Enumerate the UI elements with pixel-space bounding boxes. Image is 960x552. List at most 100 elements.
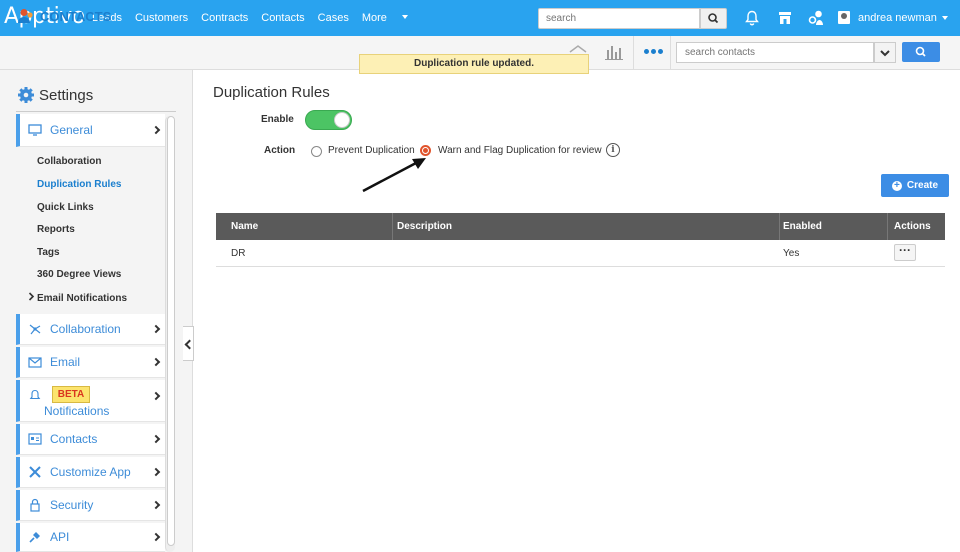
sidebar-item-label: Security xyxy=(50,498,94,512)
duplication-rules-table: Name Description Enabled Actions DR Yes … xyxy=(216,213,945,267)
more-options-icon[interactable] xyxy=(644,49,663,54)
sidebar-item-label: General xyxy=(50,123,93,137)
sidebar-item-collaboration[interactable]: Collaboration xyxy=(16,314,165,345)
submenu-email-notifications[interactable]: Email Notifications xyxy=(28,292,127,304)
plug-icon xyxy=(28,530,42,544)
global-search-button[interactable] xyxy=(700,8,727,29)
column-header-actions: Actions xyxy=(894,221,931,232)
create-button-label: Create xyxy=(906,180,939,191)
gear-user-icon[interactable] xyxy=(807,9,825,27)
chevron-right-icon xyxy=(151,500,161,510)
app-title[interactable]: CONTACTS xyxy=(17,8,111,24)
sidebar-item-general[interactable]: General xyxy=(16,114,165,147)
sidebar-item-security[interactable]: Security xyxy=(16,490,165,521)
settings-heading-text: Settings xyxy=(39,86,94,104)
chevron-right-icon xyxy=(151,391,161,401)
sidebar-item-label: Notifications xyxy=(44,403,110,418)
enable-label: Enable xyxy=(261,114,294,125)
scrollbar-thumb[interactable] xyxy=(167,116,175,546)
cell-name: DR xyxy=(231,248,246,259)
table-header: Name Description Enabled Actions xyxy=(216,213,945,240)
column-divider xyxy=(779,213,780,240)
user-name: andrea newman xyxy=(858,11,937,24)
store-icon[interactable] xyxy=(776,9,794,27)
create-rule-button[interactable]: + Create xyxy=(881,174,949,197)
caret-down-icon xyxy=(401,15,408,19)
contacts-search-button[interactable] xyxy=(902,42,940,62)
nav-more-menu[interactable]: More xyxy=(362,12,408,24)
column-divider xyxy=(887,213,888,240)
sidebar-item-api[interactable]: API xyxy=(16,523,165,552)
row-actions-button[interactable]: ··· xyxy=(894,244,916,261)
submenu-collaboration[interactable]: Collaboration xyxy=(37,156,101,167)
collapse-sidebar-button[interactable] xyxy=(183,326,194,361)
envelope-icon xyxy=(28,355,42,369)
table-row[interactable]: DR Yes ··· xyxy=(216,240,945,267)
chevron-right-icon xyxy=(151,467,161,477)
gear-icon xyxy=(18,87,34,103)
submenu-duplication-rules[interactable]: Duplication Rules xyxy=(37,179,121,190)
sidebar-item-label: API xyxy=(50,530,70,544)
avatar xyxy=(838,11,850,24)
search-icon xyxy=(915,46,926,57)
success-toast: Duplication rule updated. xyxy=(359,54,589,74)
chevron-right-icon xyxy=(151,532,161,542)
action-label: Action xyxy=(264,145,296,156)
submenu-tags[interactable]: Tags xyxy=(37,247,60,258)
nav-link-customers[interactable]: Customers xyxy=(135,12,188,24)
settings-heading: Settings xyxy=(17,86,93,104)
column-header-description[interactable]: Description xyxy=(397,213,452,240)
submenu-label: Email Notifications xyxy=(37,293,128,304)
chevron-right-icon xyxy=(151,324,161,334)
sidebar-item-customize-app[interactable]: Customize App xyxy=(16,457,165,488)
annotation-arrow-icon xyxy=(362,158,426,193)
column-header-name[interactable]: Name xyxy=(231,213,258,240)
beta-badge: BETA xyxy=(52,386,90,403)
cell-enabled: Yes xyxy=(783,248,800,259)
app-title-text: CONTACTS xyxy=(40,8,112,24)
sidebar-item-label: Contacts xyxy=(50,432,98,446)
divider xyxy=(670,36,671,70)
main-nav: Leads Customers Contracts Contacts Cases… xyxy=(92,0,421,36)
monitor-icon xyxy=(28,123,42,137)
contacts-app-icon xyxy=(18,9,33,23)
column-divider xyxy=(392,213,393,240)
prevent-duplication-radio[interactable] xyxy=(311,146,322,157)
nav-link-contacts[interactable]: Contacts xyxy=(261,12,304,24)
divider xyxy=(633,36,634,70)
chevron-right-icon xyxy=(28,292,35,301)
column-header-enabled[interactable]: Enabled xyxy=(783,213,822,240)
sidebar-item-label: Email xyxy=(50,355,81,369)
search-icon xyxy=(708,13,719,24)
contacts-search-input[interactable] xyxy=(676,42,874,63)
sidebar-item-notifications[interactable]: Notifications xyxy=(16,380,165,422)
chevron-down-icon xyxy=(880,50,890,57)
warn-flag-duplication-label[interactable]: Warn and Flag Duplication for review xyxy=(438,145,602,156)
global-search-input[interactable] xyxy=(538,8,700,29)
sidebar-item-contacts[interactable]: Contacts xyxy=(16,424,165,455)
submenu-360-degree-views[interactable]: 360 Degree Views xyxy=(37,269,121,280)
contact-card-icon xyxy=(28,432,42,446)
chevron-right-icon xyxy=(151,125,161,135)
nav-link-contracts[interactable]: Contracts xyxy=(201,12,248,24)
enable-toggle[interactable] xyxy=(305,110,352,130)
sidebar-item-label: Customize App xyxy=(50,465,131,479)
info-icon[interactable]: i xyxy=(606,143,620,157)
chevron-right-icon xyxy=(151,357,161,367)
search-options-dropdown[interactable] xyxy=(874,42,896,63)
bell-icon[interactable] xyxy=(743,9,761,27)
bar-chart-icon[interactable] xyxy=(604,43,624,61)
submenu-quick-links[interactable]: Quick Links xyxy=(37,202,94,213)
sidebar-item-label: Collaboration xyxy=(50,322,121,336)
sidebar-scrollbar[interactable] xyxy=(165,116,175,552)
bell-icon xyxy=(28,388,42,402)
submenu-reports[interactable]: Reports xyxy=(37,224,75,235)
divider xyxy=(16,111,176,112)
nav-more-label: More xyxy=(361,12,387,24)
sidebar-item-email[interactable]: Email xyxy=(16,347,165,378)
nav-link-cases[interactable]: Cases xyxy=(318,12,349,24)
lock-icon xyxy=(28,498,42,512)
toggle-knob xyxy=(334,112,350,128)
caret-down-icon xyxy=(941,15,948,20)
user-menu[interactable]: andrea newman xyxy=(838,11,948,24)
